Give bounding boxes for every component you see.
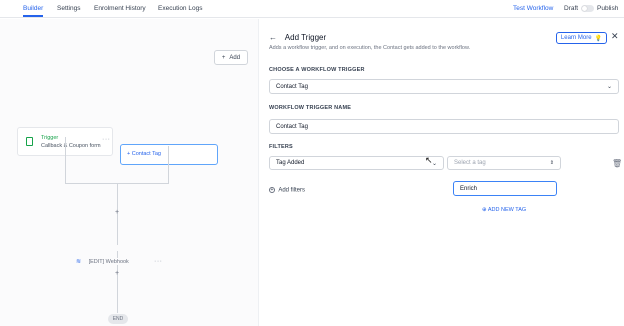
add-new-tag-label: ADD NEW TAG [487, 207, 527, 213]
learn-more-label: Learn More [560, 35, 592, 41]
document-icon [26, 137, 33, 146]
more-dots-icon[interactable]: ··· [102, 136, 111, 143]
connector-line [65, 137, 66, 184]
more-dots-icon[interactable]: ··· [154, 258, 163, 265]
back-arrow-icon[interactable]: ← [269, 33, 277, 42]
learn-more-button[interactable]: Learn More 💡 [556, 32, 607, 44]
filter-type-select[interactable]: Tag Added ⌄ [269, 156, 444, 170]
workflow-canvas[interactable]: + Add Trigger Callback & Coupon form ···… [0, 19, 258, 326]
trigger-name-label: WORKFLOW TRIGGER NAME [269, 105, 352, 111]
draft-label: Draft [564, 5, 579, 12]
plus-icon: + [221, 54, 226, 61]
add-step-plus-icon[interactable]: + [115, 209, 119, 216]
sort-icon: ⇕ [549, 160, 554, 166]
lightbulb-icon: 💡 [594, 35, 603, 42]
end-node: END [108, 314, 128, 324]
trigger-select-value: Contact Tag [276, 83, 308, 90]
top-nav: Builder Settings Enrolment History Execu… [0, 0, 624, 18]
webhook-icon: ≋ [76, 259, 82, 265]
add-button[interactable]: + Add [214, 50, 248, 65]
contact-tag-node[interactable]: + Contact Tag [120, 144, 218, 165]
tag-search-value: Enrich [460, 185, 478, 192]
close-icon[interactable]: ✕ [611, 31, 619, 42]
panel-title: ← Add Trigger [269, 33, 326, 42]
add-button-label: Add [229, 54, 241, 61]
panel-title-text: Add Trigger [284, 33, 327, 42]
test-workflow-link[interactable]: Test Workflow [513, 5, 553, 12]
add-trigger-panel: ← Add Trigger Adds a workflow trigger, a… [258, 19, 624, 326]
tag-select[interactable]: Select a tag ⇕ [447, 156, 561, 170]
add-circle-icon: + [269, 187, 275, 193]
add-filters-button[interactable]: + Add filters [269, 187, 305, 194]
trash-icon[interactable]: 🗑 [612, 159, 622, 168]
add-new-tag-button[interactable]: ⊕ ADD NEW TAG [482, 207, 526, 213]
tab-settings[interactable]: Settings [57, 5, 81, 12]
publish-label: Publish [597, 5, 619, 12]
trigger-name-value: Contact Tag [276, 123, 308, 130]
chevron-down-icon: ⌄ [606, 84, 612, 90]
publish-toggle[interactable] [581, 5, 594, 12]
trigger-select[interactable]: Contact Tag ⌄ [269, 79, 619, 94]
webhook-node[interactable]: ≋ [EDIT] Webhook [76, 258, 129, 265]
connector-line [168, 146, 169, 184]
tab-execution-logs[interactable]: Execution Logs [158, 5, 202, 12]
connector-line [117, 251, 118, 258]
tab-builder[interactable]: Builder [23, 5, 44, 17]
webhook-node-label: [EDIT] Webhook [88, 259, 129, 265]
choose-trigger-label: CHOOSE A WORKFLOW TRIGGER [269, 67, 365, 73]
filters-label: FILTERS [269, 144, 293, 150]
add-step-plus-icon[interactable]: + [115, 270, 119, 277]
panel-subtitle: Adds a workflow trigger, and on executio… [269, 45, 471, 51]
mouse-cursor: ↖ [425, 155, 433, 165]
trigger-node-title: Trigger [41, 135, 59, 141]
trigger-node-subtitle: Callback & Coupon form [41, 143, 101, 149]
tag-search-input[interactable]: Enrich [453, 181, 557, 196]
filter-type-value: Tag Added [276, 160, 305, 166]
chevron-down-icon: ⌄ [431, 160, 437, 167]
tag-select-placeholder: Select a tag [454, 160, 486, 166]
contact-tag-node-label: + Contact Tag [127, 151, 161, 157]
tab-enrolment-history[interactable]: Enrolment History [94, 5, 146, 12]
trigger-name-input[interactable]: Contact Tag [269, 119, 619, 134]
add-filters-label: Add filters [278, 187, 306, 194]
